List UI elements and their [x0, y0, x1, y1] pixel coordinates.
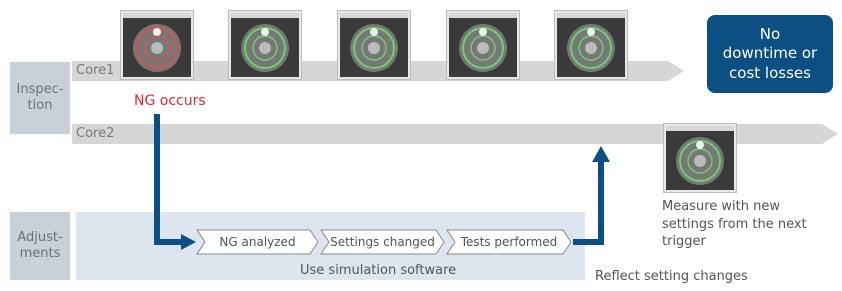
inspection-image-thumb	[229, 11, 301, 79]
step-settings-changed: Settings changed	[330, 235, 435, 249]
step-tests-performed: Tests performed	[460, 235, 558, 249]
inspection-image-thumb	[555, 11, 627, 79]
reflect-flow-arrowhead	[592, 146, 610, 162]
inspection-image-thumb	[121, 11, 193, 79]
measure-caption: Measure with new settings from the next …	[662, 199, 807, 250]
simulation-caption: Use simulation software	[300, 263, 457, 278]
core1-label: Core1	[76, 63, 115, 78]
reflect-flow-arrow	[573, 160, 604, 245]
core2-label: Core2	[76, 126, 115, 141]
no-downtime-box: No downtime or cost losses	[707, 15, 833, 93]
ng-flow-arrowhead	[181, 234, 196, 250]
ng-occurs-label: NG occurs	[134, 93, 206, 109]
inspection-image-thumb	[447, 11, 519, 79]
inspection-image-thumb	[338, 11, 410, 79]
step-ng-analyzed: NG analyzed	[219, 235, 296, 249]
new-settings-image-thumb	[664, 124, 736, 192]
reflect-caption: Reflect setting changes	[595, 269, 748, 284]
